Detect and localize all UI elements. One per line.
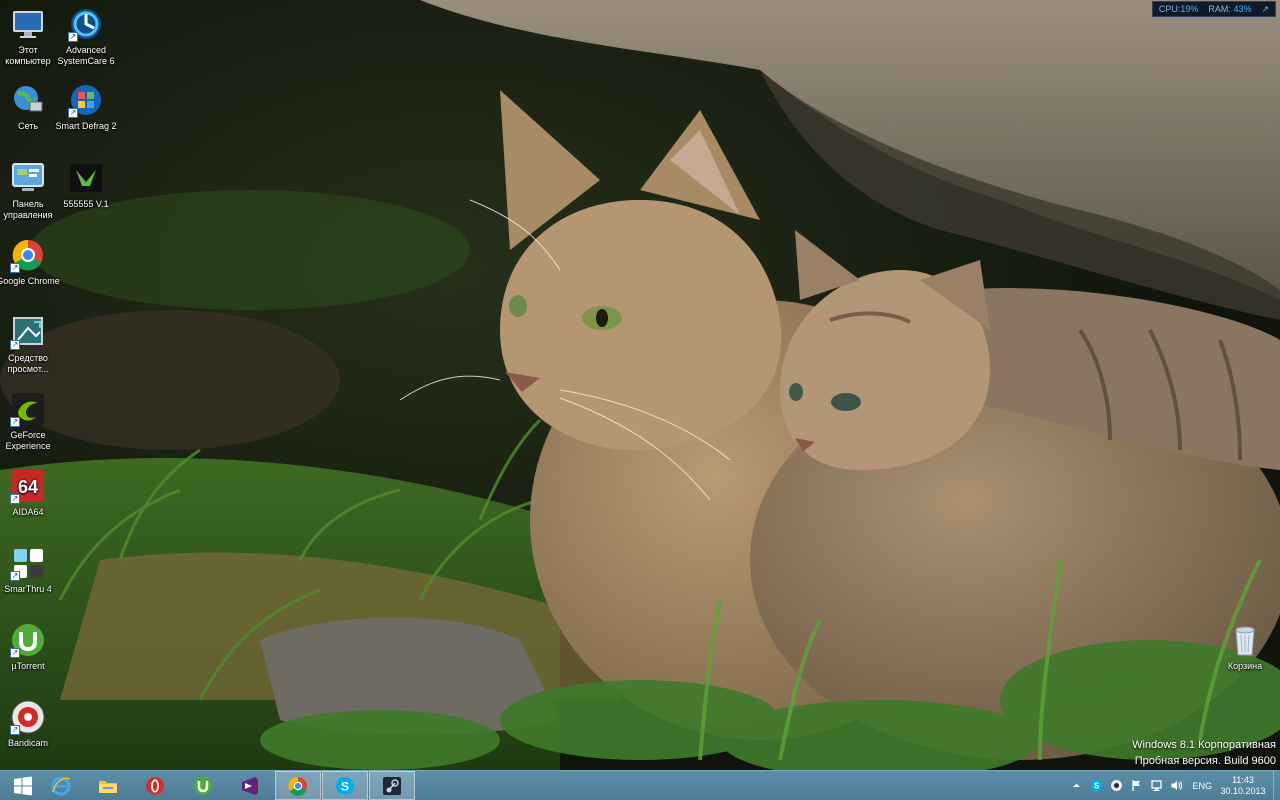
- tray-network[interactable]: [1148, 778, 1164, 794]
- tray-skype[interactable]: S: [1088, 778, 1104, 794]
- system-tray: S ENG 11:43 30.10.2013: [1066, 771, 1280, 800]
- skype-icon: S: [1090, 780, 1102, 791]
- visual-studio-icon: [242, 776, 258, 795]
- desktop-icon-utorrent[interactable]: ↗ µTorrent: [0, 622, 60, 672]
- show-desktop-button[interactable]: [1273, 771, 1280, 800]
- taskbar-google-chrome[interactable]: [275, 771, 321, 800]
- computer-icon: [13, 11, 43, 38]
- ram-usage: RAM: 43%: [1208, 4, 1252, 14]
- desktop-icon-this-pc[interactable]: Этот компьютер: [0, 6, 60, 67]
- language-indicator[interactable]: ENG: [1192, 781, 1212, 791]
- recycle-bin-icon: [1235, 626, 1255, 656]
- taskbar-opera[interactable]: [132, 771, 178, 800]
- opera-icon: [146, 776, 164, 795]
- svg-text:S: S: [1094, 782, 1100, 791]
- steam-icon: [383, 776, 401, 795]
- tray-action-center[interactable]: [1128, 778, 1144, 794]
- ie-icon: [51, 776, 71, 795]
- desktop-icon-geforce-experience[interactable]: ↗ GeForce Experience: [0, 391, 60, 452]
- folder-icon: [99, 780, 117, 793]
- network-monitor-icon: [1151, 780, 1162, 791]
- geeks3d-icon: [70, 164, 102, 192]
- expand-icon[interactable]: ↗: [1261, 2, 1269, 16]
- skype-icon: S: [336, 776, 354, 795]
- taskbar-skype[interactable]: S: [322, 771, 368, 800]
- desktop-icon-advanced-systemcare[interactable]: ↗ Advanced SystemCare 6: [54, 6, 118, 67]
- tray-steam[interactable]: [1108, 778, 1124, 794]
- network-icon: [14, 86, 43, 112]
- svg-text:64: 64: [18, 477, 38, 497]
- desktop-icon-recycle-bin[interactable]: Корзина: [1213, 622, 1277, 672]
- show-hidden-icons-button[interactable]: [1068, 778, 1084, 794]
- taskbar-file-explorer[interactable]: [85, 771, 131, 800]
- control-panel-icon: [12, 163, 44, 191]
- tray-volume[interactable]: [1168, 778, 1184, 794]
- desktop-icon-smarthru[interactable]: ↗ SmarThru 4: [0, 545, 60, 595]
- desktop-icon-aida64[interactable]: 64 ↗ AIDA64: [0, 468, 60, 518]
- desktop-wallpaper: [0, 0, 1280, 770]
- taskbar-internet-explorer[interactable]: [38, 771, 84, 800]
- chrome-icon: [288, 776, 307, 796]
- speaker-icon: [1171, 781, 1183, 790]
- desktop-icon-google-chrome[interactable]: ↗ Google Chrome: [0, 237, 60, 287]
- clock-date: 30.10.2013: [1220, 785, 1266, 796]
- system-monitor-widget: CPU:19% RAM: 43% ↗: [1151, 1, 1276, 17]
- taskbar-utorrent[interactable]: [180, 771, 226, 800]
- desktop-icon-network[interactable]: Сеть: [0, 82, 60, 132]
- desktop-icon-smart-defrag[interactable]: ↗ Smart Defrag 2: [54, 82, 118, 132]
- watermark-edition: Windows 8.1 Корпоративная: [1132, 739, 1276, 751]
- clock[interactable]: 11:43 30.10.2013: [1217, 775, 1269, 797]
- desktop-icon-viewer[interactable]: ↗ Средство просмот...: [0, 314, 60, 375]
- chevron-up-icon: [1072, 783, 1080, 787]
- desktop-icon-555555[interactable]: 555555 V.1: [54, 160, 118, 210]
- taskbar-steam[interactable]: [369, 771, 415, 800]
- utorrent-icon: [194, 776, 212, 795]
- taskbar-visual-studio[interactable]: [227, 771, 273, 800]
- steam-icon: [1110, 780, 1122, 791]
- windows-build-watermark: Windows 8.1 Корпоративная Пробная версия…: [1132, 737, 1276, 769]
- clock-time: 11:43: [1232, 774, 1254, 785]
- svg-text:S: S: [341, 779, 349, 793]
- desktop-icon-bandicam[interactable]: ↗ Bandicam: [0, 699, 60, 749]
- windows-logo-icon: [14, 776, 32, 795]
- watermark-build: Пробная версия. Build 9600: [1134, 755, 1276, 767]
- flag-icon: [1132, 780, 1140, 791]
- desktop-icon-control-panel[interactable]: Панель управления: [0, 160, 60, 221]
- taskbar: S S ENG 11:43 30.10.2013: [0, 770, 1280, 800]
- cpu-usage: CPU:19%: [1158, 4, 1199, 14]
